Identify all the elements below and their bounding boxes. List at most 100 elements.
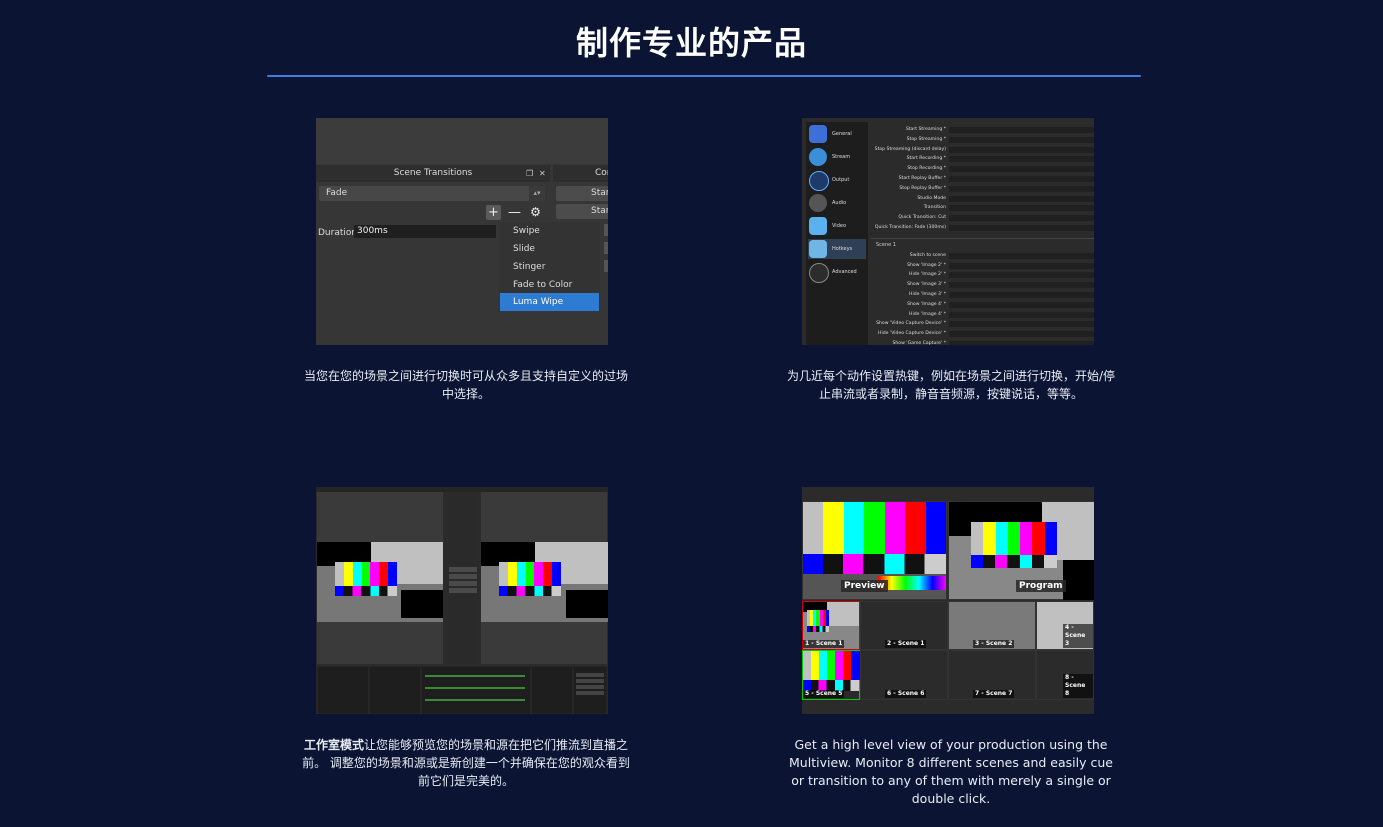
duration-label: Duration: [318, 228, 358, 238]
cut-button[interactable]: [449, 581, 477, 586]
nav-audio[interactable]: Audio: [808, 193, 866, 213]
duration-input[interactable]: 300ms: [354, 225, 496, 238]
color-bar: [851, 651, 860, 680]
hotkey-input[interactable]: [949, 176, 1094, 182]
hotkey-row-label: Stop Replay Buffer *: [899, 185, 946, 191]
scene-cell-1[interactable]: 1 - Scene 1: [802, 601, 860, 650]
hotkey-input[interactable]: [949, 282, 1094, 289]
gear-icon[interactable]: ⚙: [528, 205, 543, 220]
close-icon[interactable]: ✕: [539, 165, 546, 182]
program-pane: [481, 492, 608, 664]
transition-select[interactable]: Fade: [319, 186, 545, 201]
color-bar: [1020, 522, 1033, 556]
preview-cell[interactable]: Preview: [802, 501, 947, 600]
scene-cell-3[interactable]: 3 - Scene 2: [948, 601, 1036, 650]
title-underline: [267, 75, 1141, 77]
color-bar: [388, 562, 398, 587]
start-streaming-button[interactable]: Star: [556, 186, 608, 201]
nav-output[interactable]: Output: [808, 170, 866, 191]
color-bar: [1032, 522, 1046, 556]
nav-general[interactable]: General: [808, 124, 866, 144]
menu-item-slide[interactable]: Slide: [513, 240, 535, 258]
color-bar: [1007, 522, 1021, 556]
studio-mode-screenshot: [316, 487, 608, 714]
color-bar: [825, 610, 830, 626]
scene-cell-8[interactable]: 8 - Scene 8: [1036, 650, 1094, 700]
hotkey-input[interactable]: [949, 262, 1094, 269]
hotkey-input[interactable]: [949, 301, 1094, 308]
hotkey-input[interactable]: [949, 321, 1094, 328]
nav-hotkeys[interactable]: Hotkeys: [808, 239, 866, 259]
globe-icon: [809, 148, 827, 166]
float-icon[interactable]: ❐: [526, 165, 533, 182]
scene-label: 6 - Scene 6: [885, 690, 927, 698]
quick-transition-button[interactable]: [449, 574, 477, 579]
hotkey-input[interactable]: [949, 146, 1094, 153]
hotkey-input[interactable]: [949, 252, 1094, 259]
color-bar: [843, 502, 865, 554]
hotkey-input[interactable]: [949, 136, 1094, 143]
hotkey-row-label: Transition: [923, 205, 946, 211]
scene-cell-2[interactable]: 2 - Scene 1: [860, 601, 948, 650]
hotkey-row-label: Show 'Game Capture' *: [892, 341, 946, 345]
hotkey-row-label: Show 'Image 2' *: [907, 262, 946, 268]
controls-dock-title: Con: [553, 165, 608, 182]
hotkey-input[interactable]: [949, 127, 1094, 133]
hotkey-row-label: Show 'Image 4' *: [907, 301, 946, 307]
preview-pane: [317, 492, 443, 664]
hotkey-input[interactable]: [949, 215, 1094, 222]
nav-video[interactable]: Video: [808, 216, 866, 236]
hotkey-row-label: Quick Transition: Fade (300ms): [874, 225, 946, 230]
color-bar: [864, 502, 886, 554]
feature-caption: 当您在您的场景之间进行切换时可从众多且支持自定义的过场中选择。: [303, 369, 628, 401]
hotkey-input[interactable]: [949, 272, 1094, 279]
hotkey-row-label: Start Replay Buffer *: [898, 176, 946, 181]
scene-label: 3 - Scene 2: [973, 640, 1015, 648]
hotkey-input[interactable]: [949, 292, 1094, 298]
hotkey-input[interactable]: [949, 185, 1094, 192]
dock-title: Scene Transitions: [316, 165, 550, 182]
multiview-screenshot: Preview Program 1 - Scene 1 2 - Scene 1 …: [802, 487, 1094, 714]
scene-cell-5[interactable]: 5 - Scene 5: [802, 650, 860, 700]
hotkey-input[interactable]: [949, 225, 1094, 231]
menu-item-stinger[interactable]: Stinger: [513, 258, 545, 276]
scene-cell-7[interactable]: 7 - Scene 7: [948, 650, 1036, 700]
hotkey-row-label: Switch to scene: [909, 252, 946, 258]
general-icon: [809, 125, 827, 143]
hotkey-row-label: Start Streaming *: [905, 127, 946, 132]
menu-item-luma-wipe[interactable]: Luma Wipe: [513, 293, 563, 311]
program-cell[interactable]: Program: [948, 501, 1094, 600]
hotkey-input[interactable]: [949, 166, 1094, 173]
gears-icon: [809, 263, 829, 283]
hotkey-input[interactable]: [949, 156, 1094, 163]
scene-label: 4 - Scene 3: [1063, 624, 1093, 648]
nav-stream[interactable]: Stream: [808, 147, 866, 167]
plus-icon[interactable]: +: [486, 205, 501, 220]
hotkey-row-label: Stop Streaming (discard delay): [874, 146, 946, 152]
scene-label: 1 - Scene 1: [803, 640, 845, 648]
hotkey-input[interactable]: [949, 205, 1094, 212]
minus-icon[interactable]: —: [507, 205, 522, 220]
hotkey-row-label: Hide 'Image 2' *: [909, 272, 946, 278]
scene-cell-6[interactable]: 6 - Scene 6: [860, 650, 948, 700]
hotkey-row-label: Stop Recording *: [907, 166, 946, 172]
menu-item-fade-to-color[interactable]: Fade to Color: [513, 276, 572, 294]
feature-caption: 为几近每个动作设置热键，例如在场景之间进行切换，开始/停止串流或者录制，静音音频…: [786, 369, 1116, 401]
color-bar: [905, 502, 927, 554]
color-bar: [552, 562, 562, 587]
hotkey-input[interactable]: [949, 341, 1094, 345]
hotkey-group-label: Scene 1: [876, 241, 897, 248]
hotkey-input[interactable]: [949, 195, 1094, 202]
scenes-dock: [318, 667, 368, 713]
start-recording-button[interactable]: Star: [556, 204, 608, 219]
fade-button[interactable]: [449, 588, 477, 593]
hotkey-input[interactable]: [949, 331, 1094, 338]
color-bar: [823, 502, 845, 554]
nav-advanced[interactable]: Advanced: [808, 262, 866, 283]
chevron-updown-icon[interactable]: ▴▾: [529, 186, 545, 201]
scene-cell-4[interactable]: 4 - Scene 3: [1036, 601, 1094, 650]
hotkey-row-label: Hide 'Video Capture Device' *: [878, 331, 946, 337]
transition-button[interactable]: [449, 567, 477, 572]
menu-item-swipe[interactable]: Swipe: [513, 222, 540, 240]
hotkey-input[interactable]: [949, 311, 1094, 318]
